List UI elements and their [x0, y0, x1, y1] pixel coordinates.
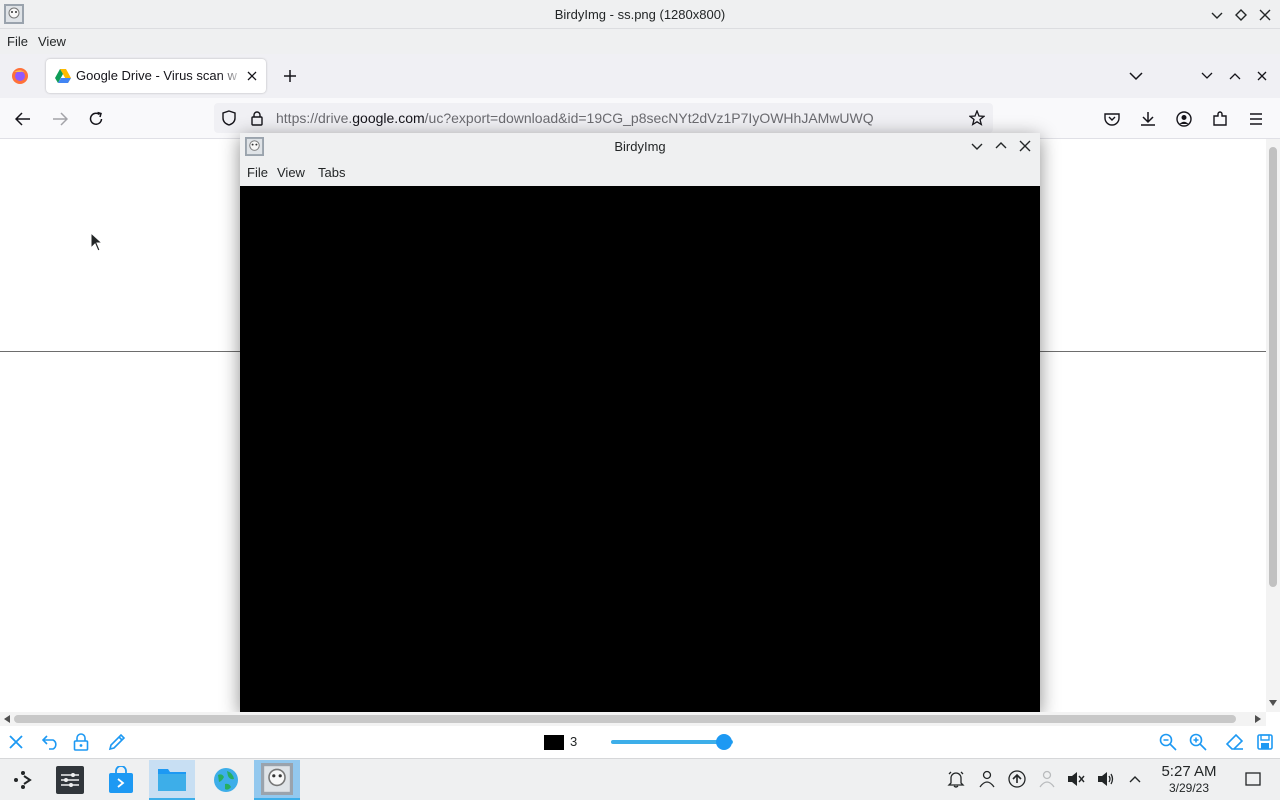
bookmark-star-icon[interactable]	[967, 108, 987, 128]
browser-close-icon[interactable]	[1254, 66, 1270, 86]
file-manager-icon[interactable]	[149, 760, 195, 800]
tray-expand-icon[interactable]	[1124, 768, 1146, 790]
inner-menu-view[interactable]: View	[270, 160, 312, 186]
inner-titlebar: BirdyImg	[240, 133, 1040, 160]
lock-icon[interactable]	[248, 109, 266, 127]
scroll-left-icon[interactable]	[3, 715, 11, 723]
connect-user-icon[interactable]	[1036, 768, 1058, 790]
zoom-in-icon[interactable]	[1187, 731, 1209, 753]
page-vertical-scrollbar[interactable]	[1266, 139, 1280, 712]
digital-clock[interactable]: 5:27 AM 3/29/23	[1153, 763, 1225, 795]
downloads-icon[interactable]	[1137, 108, 1159, 130]
inner-birdyimg-window: BirdyImg File View Tabs	[240, 133, 1040, 712]
vertical-scrollbar-thumb[interactable]	[1269, 147, 1277, 587]
back-arrow-icon[interactable]	[12, 108, 34, 130]
close-icon[interactable]	[1254, 4, 1276, 26]
url-path: /uc?export=download&id=19CG_p8secNYt2dVz…	[424, 110, 874, 126]
taskbar: 5:27 AM 3/29/23	[0, 758, 1280, 800]
url-bar[interactable]: https://drive.google.com/uc?export=downl…	[214, 103, 993, 133]
browser-minimize-icon[interactable]	[1198, 66, 1216, 86]
browser-maximize-icon[interactable]	[1226, 66, 1244, 86]
url-prefix: https://drive.	[276, 110, 353, 126]
tab-google-drive[interactable]: Google Drive - Virus scan w	[46, 59, 266, 93]
inner-menu-tabs[interactable]: Tabs	[311, 160, 352, 186]
inner-menubar: File View Tabs	[240, 160, 1040, 186]
outer-menubar: File View	[0, 29, 1280, 54]
firefox-icon[interactable]	[10, 66, 30, 86]
notifications-bell-icon[interactable]	[945, 768, 967, 790]
url-text[interactable]: https://drive.google.com/uc?export=downl…	[276, 103, 874, 133]
pen-color-swatch[interactable]	[544, 735, 564, 750]
tracking-shield-icon[interactable]	[220, 109, 238, 127]
menu-view[interactable]: View	[31, 29, 73, 54]
google-drive-icon	[55, 68, 71, 84]
cancel-x-icon[interactable]	[5, 731, 27, 753]
app-launcher-icon[interactable]	[0, 760, 46, 800]
url-host: google.com	[352, 110, 425, 126]
inner-window-title: BirdyImg	[614, 139, 666, 154]
account-icon[interactable]	[1173, 108, 1195, 130]
system-settings-icon[interactable]	[47, 760, 93, 800]
hamburger-menu-icon[interactable]	[1245, 108, 1267, 130]
image-canvas[interactable]	[240, 186, 1040, 712]
draw-toolbar: 3	[0, 726, 1280, 758]
new-tab-icon[interactable]	[280, 66, 300, 86]
clock-date: 3/29/23	[1168, 781, 1210, 795]
web-browser-icon[interactable]	[203, 760, 249, 800]
menu-file[interactable]: File	[0, 29, 35, 54]
discover-store-icon[interactable]	[98, 760, 144, 800]
horizontal-scrollbar-thumb[interactable]	[14, 715, 1236, 723]
inner-close-icon[interactable]	[1015, 136, 1035, 156]
tab-title: Google Drive - Virus scan w	[76, 68, 237, 83]
scroll-right-icon[interactable]	[1254, 715, 1262, 723]
undo-icon[interactable]	[40, 731, 62, 753]
outer-titlebar: BirdyImg - ss.png (1280x800)	[0, 0, 1280, 29]
pocket-icon[interactable]	[1101, 108, 1123, 130]
lock-tool-icon[interactable]	[70, 731, 92, 753]
clock-time: 5:27 AM	[1161, 763, 1217, 780]
inner-maximize-icon[interactable]	[991, 136, 1011, 156]
list-all-tabs-icon[interactable]	[1126, 66, 1146, 86]
muted-speaker-icon[interactable]	[1065, 768, 1087, 790]
zoom-out-icon[interactable]	[1157, 731, 1179, 753]
minimize-icon[interactable]	[1206, 4, 1228, 26]
tab-close-icon[interactable]	[244, 68, 260, 84]
pencil-icon[interactable]	[106, 731, 128, 753]
reload-icon[interactable]	[85, 108, 107, 130]
updates-icon[interactable]	[1006, 768, 1028, 790]
extensions-icon[interactable]	[1209, 108, 1231, 130]
pen-size-value: 3	[570, 734, 578, 749]
inner-minimize-icon[interactable]	[967, 136, 987, 156]
browser-tab-strip: Google Drive - Virus scan w	[0, 54, 1280, 98]
mouse-cursor-icon	[90, 232, 104, 252]
pen-size-slider-track[interactable]	[611, 740, 733, 744]
show-desktop-icon[interactable]	[1242, 768, 1264, 790]
birdyimg-task-icon[interactable]	[254, 760, 300, 800]
user-icon[interactable]	[976, 768, 998, 790]
window-title: BirdyImg - ss.png (1280x800)	[554, 7, 726, 22]
pen-size-slider-handle[interactable]	[716, 734, 733, 750]
forward-arrow-icon[interactable]	[49, 108, 71, 130]
scroll-down-icon[interactable]	[1269, 699, 1277, 707]
volume-icon[interactable]	[1095, 768, 1117, 790]
maximize-icon[interactable]	[1230, 4, 1252, 26]
horizontal-scrollbar[interactable]	[0, 712, 1266, 726]
save-icon[interactable]	[1254, 731, 1276, 753]
eraser-icon[interactable]	[1224, 731, 1246, 753]
